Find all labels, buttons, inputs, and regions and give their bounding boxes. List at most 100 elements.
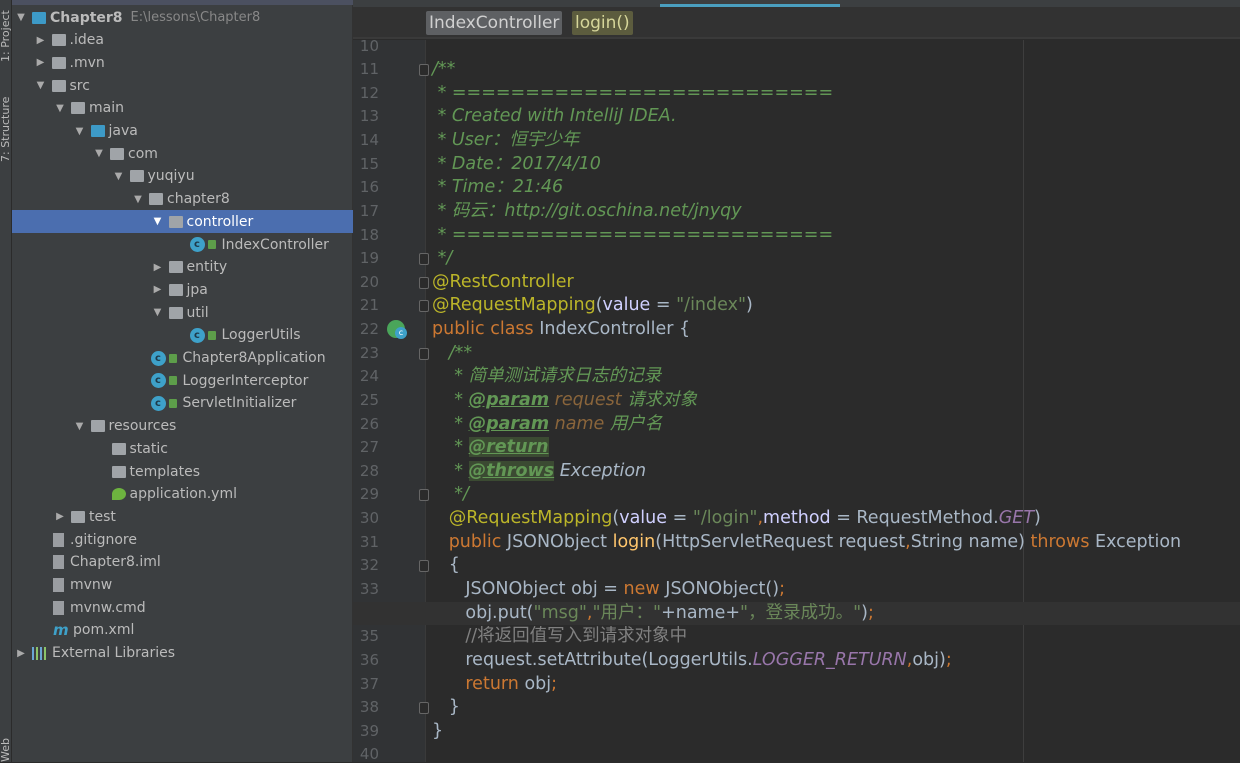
tree-item[interactable]: ▶ test bbox=[12, 505, 353, 528]
code-line: */ bbox=[432, 247, 453, 271]
tree-item[interactable]: m pom.xml bbox=[12, 619, 353, 642]
tree-item[interactable]: Chapter8.iml bbox=[12, 551, 353, 574]
tree-item[interactable]: .gitignore bbox=[12, 528, 353, 551]
tree-item[interactable]: ▶ External Libraries bbox=[12, 642, 353, 665]
collapsed-arrow-icon[interactable]: ▶ bbox=[34, 35, 48, 46]
fold-marker-icon[interactable] bbox=[419, 489, 429, 502]
package-icon bbox=[168, 215, 183, 228]
tree-item[interactable]: ▼ yuqiyu bbox=[12, 165, 353, 188]
fold-marker-icon[interactable] bbox=[419, 276, 429, 289]
code-line: public JSONObject login(HttpServletReque… bbox=[432, 531, 1181, 555]
tree-item[interactable]: templates bbox=[12, 460, 353, 483]
tree-item[interactable]: ▼ Chapter8 E:\lessons\Chapter8 bbox=[12, 6, 353, 29]
collapsed-arrow-icon[interactable]: ▶ bbox=[151, 284, 165, 295]
project-tool-button[interactable]: 1: Project bbox=[0, 0, 12, 62]
web-tool-button[interactable]: Web bbox=[0, 728, 12, 762]
code-token: ; bbox=[551, 673, 558, 694]
tree-item[interactable]: ▶ .mvn bbox=[12, 51, 353, 74]
line-number: 18 bbox=[359, 225, 379, 244]
editor-gutter: 10 11 12 13 14 15 16 17 18 19 20 21 22 23 24 25 26 27 28 29… bbox=[353, 37, 425, 763]
breadcrumb-method[interactable]: login() bbox=[572, 11, 633, 35]
tree-item[interactable]: ▼ main bbox=[12, 97, 353, 120]
line-number: 25 bbox=[359, 390, 379, 409]
fold-marker-icon[interactable] bbox=[419, 300, 429, 313]
fold-marker-icon[interactable] bbox=[419, 253, 429, 266]
tree-item[interactable]: ▼ src bbox=[12, 74, 353, 97]
module-icon bbox=[32, 11, 46, 24]
tree-item[interactable]: ▼ com bbox=[12, 142, 353, 165]
collapsed-arrow-icon[interactable]: ▶ bbox=[14, 648, 28, 659]
tree-item[interactable]: ▼ java bbox=[12, 120, 353, 143]
code-token: Exception bbox=[1095, 531, 1182, 552]
package-icon bbox=[168, 261, 183, 274]
tree-item[interactable]: ▼ controller bbox=[12, 210, 353, 234]
tree-item[interactable]: c ServletInitializer bbox=[12, 392, 353, 415]
expanded-arrow-icon[interactable]: ▼ bbox=[112, 171, 126, 182]
folder-icon bbox=[90, 125, 105, 137]
tree-item[interactable]: c LoggerInterceptor bbox=[12, 369, 353, 392]
code-line: * Date：2017/4/10 bbox=[432, 153, 601, 177]
structure-tool-button[interactable]: 7: Structure bbox=[0, 82, 12, 162]
expanded-arrow-icon[interactable]: ▼ bbox=[151, 216, 165, 227]
collapsed-arrow-icon[interactable]: ▶ bbox=[53, 511, 67, 522]
tree-item-label: static bbox=[129, 440, 168, 457]
collapsed-arrow-icon[interactable]: ▶ bbox=[34, 57, 48, 68]
folder-icon bbox=[90, 420, 105, 433]
code-token: /** bbox=[432, 59, 456, 80]
java-class-icon: c bbox=[189, 237, 205, 252]
fold-marker-icon[interactable] bbox=[419, 560, 429, 573]
tree-item[interactable]: mvnw.cmd bbox=[12, 596, 353, 619]
collapsed-arrow-icon[interactable]: ▶ bbox=[151, 262, 165, 273]
tree-item[interactable]: static bbox=[12, 437, 353, 460]
tree-item[interactable]: application.yml bbox=[12, 483, 353, 506]
expanded-arrow-icon[interactable]: ▼ bbox=[131, 194, 145, 205]
tree-item[interactable]: ▼ util bbox=[12, 301, 353, 324]
spring-bean-class-icon[interactable]: c bbox=[387, 320, 407, 339]
tree-item-label: entity bbox=[186, 259, 228, 276]
tree-item[interactable]: c Chapter8Application bbox=[12, 347, 353, 370]
line-number: 28 bbox=[359, 461, 379, 480]
line-number: 39 bbox=[359, 721, 379, 740]
package-icon bbox=[168, 306, 183, 319]
fold-marker-icon[interactable] bbox=[419, 64, 429, 77]
code-token: value bbox=[619, 508, 668, 529]
code-line: @RequestMapping(value = "/login",method … bbox=[432, 507, 1041, 531]
tree-item[interactable]: ▼ resources bbox=[12, 415, 353, 438]
tree-item[interactable]: ▶ .idea bbox=[12, 29, 353, 52]
fold-marker-icon[interactable] bbox=[419, 347, 429, 360]
code-token: String name) bbox=[910, 531, 1031, 552]
code-token: JSONObject bbox=[506, 531, 613, 552]
tree-item[interactable]: ▶ entity bbox=[12, 256, 353, 279]
java-class-icon: c bbox=[150, 395, 166, 411]
folder-icon bbox=[111, 442, 126, 455]
tree-item[interactable]: mvnw bbox=[12, 574, 353, 597]
expanded-arrow-icon[interactable]: ▼ bbox=[53, 103, 67, 114]
expanded-arrow-icon[interactable]: ▼ bbox=[151, 307, 165, 318]
tree-item[interactable]: ▼ chapter8 bbox=[12, 188, 353, 211]
expanded-arrow-icon[interactable]: ▼ bbox=[14, 12, 28, 23]
code-line: JSONObject obj = new JSONObject(); bbox=[432, 578, 785, 602]
code-token: ) bbox=[1034, 508, 1041, 529]
tree-item[interactable]: c LoggerUtils bbox=[12, 324, 353, 347]
code-line: * 码云：http://git.oschina.net/jnyqy bbox=[432, 200, 742, 224]
line-number: 22 bbox=[359, 320, 379, 339]
expanded-arrow-icon[interactable]: ▼ bbox=[73, 421, 87, 432]
code-token: @throws bbox=[468, 460, 555, 481]
line-number: 21 bbox=[359, 296, 379, 315]
code-line: /** bbox=[432, 342, 472, 366]
breadcrumb-class[interactable]: IndexController bbox=[426, 11, 563, 35]
fold-marker-icon[interactable] bbox=[419, 702, 429, 715]
code-editor[interactable]: IndexController login() 10 11 12 13 14 15 16 17… bbox=[353, 0, 1240, 763]
code-line: * @param request 请求对象 bbox=[432, 389, 697, 413]
tree-item[interactable]: ▶ jpa bbox=[12, 278, 353, 301]
line-number: 19 bbox=[359, 249, 379, 268]
file-icon bbox=[53, 555, 64, 570]
tree-item[interactable]: c IndexController bbox=[12, 233, 353, 256]
expanded-arrow-icon[interactable]: ▼ bbox=[92, 148, 106, 159]
expanded-arrow-icon[interactable]: ▼ bbox=[73, 126, 87, 137]
line-number: 40 bbox=[359, 745, 379, 763]
expanded-arrow-icon[interactable]: ▼ bbox=[34, 80, 48, 91]
code-line: * @throws Exception bbox=[432, 460, 646, 484]
package-icon bbox=[168, 283, 183, 296]
public-access-icon bbox=[168, 398, 177, 408]
